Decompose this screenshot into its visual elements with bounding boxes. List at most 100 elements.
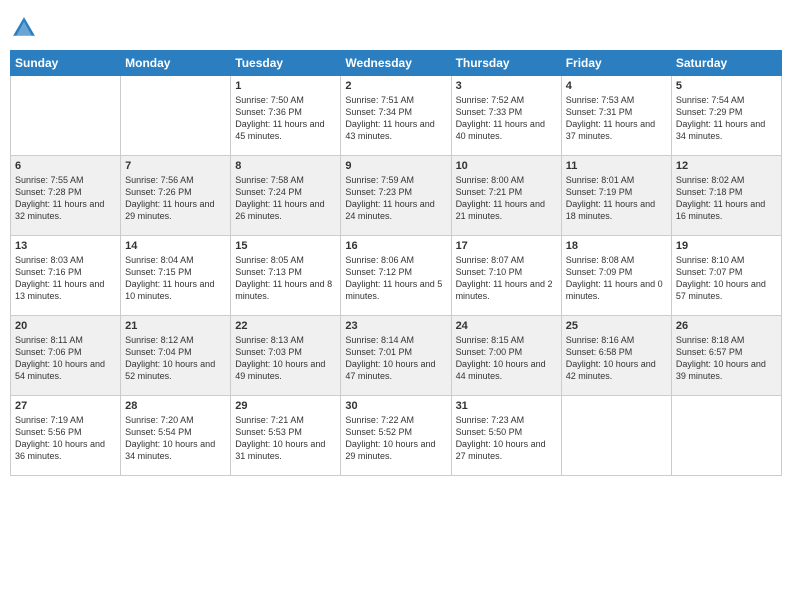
calendar-cell: 5Sunrise: 7:54 AM Sunset: 7:29 PM Daylig… [671, 76, 781, 156]
day-number: 4 [566, 80, 667, 92]
day-number: 7 [125, 160, 226, 172]
cell-info: Sunrise: 7:50 AM Sunset: 7:36 PM Dayligh… [235, 94, 336, 143]
calendar-cell: 13Sunrise: 8:03 AM Sunset: 7:16 PM Dayli… [11, 236, 121, 316]
cell-info: Sunrise: 8:08 AM Sunset: 7:09 PM Dayligh… [566, 254, 667, 303]
calendar-cell: 20 Sunrise: 8:11 AM Sunset: 7:06 PM Dayli… [11, 316, 121, 396]
calendar-table: SundayMondayTuesdayWednesdayThursdayFrid… [10, 50, 782, 476]
calendar-cell: 31Sunrise: 7:23 AM Sunset: 5:50 PM Dayli… [451, 396, 561, 476]
calendar-cell: 12 Sunrise: 8:02 AM Sunset: 7:18 PM Dayli… [671, 156, 781, 236]
day-number: 15 [235, 240, 336, 252]
day-number: 25 [566, 320, 667, 332]
calendar-week-row: 13Sunrise: 8:03 AM Sunset: 7:16 PM Dayli… [11, 236, 782, 316]
header-day: Thursday [451, 51, 561, 76]
day-number: 24 [456, 320, 557, 332]
day-number: 11 [566, 160, 667, 172]
page-header [10, 10, 782, 42]
calendar-week-row: 1 Sunrise: 7:50 AM Sunset: 7:36 PM Daylig… [11, 76, 782, 156]
day-number: 3 [456, 80, 557, 92]
calendar-week-row: 20 Sunrise: 8:11 AM Sunset: 7:06 PM Dayli… [11, 316, 782, 396]
calendar-week-row: 27Sunrise: 7:19 AM Sunset: 5:56 PM Dayli… [11, 396, 782, 476]
calendar-cell: 3 Sunrise: 7:52 AM Sunset: 7:33 PM Daylig… [451, 76, 561, 156]
cell-info: Sunrise: 7:54 AM Sunset: 7:29 PM Dayligh… [676, 94, 777, 143]
calendar-week-row: 6Sunrise: 7:55 AM Sunset: 7:28 PM Daylig… [11, 156, 782, 236]
day-number: 16 [345, 240, 446, 252]
calendar-cell: 22 Sunrise: 8:13 AM Sunset: 7:03 PM Dayli… [231, 316, 341, 396]
calendar-cell: 18 Sunrise: 8:08 AM Sunset: 7:09 PM Dayli… [561, 236, 671, 316]
calendar-cell: 28Sunrise: 7:20 AM Sunset: 5:54 PM Dayli… [121, 396, 231, 476]
calendar-cell: 15Sunrise: 8:05 AM Sunset: 7:13 PM Dayli… [231, 236, 341, 316]
logo [10, 14, 40, 42]
calendar-cell: 7 Sunrise: 7:56 AM Sunset: 7:26 PM Daylig… [121, 156, 231, 236]
cell-info: Sunrise: 8:00 AM Sunset: 7:21 PM Dayligh… [456, 174, 557, 223]
day-number: 22 [235, 320, 336, 332]
calendar-cell: 23 Sunrise: 8:14 AM Sunset: 7:01 PM Dayli… [341, 316, 451, 396]
cell-info: Sunrise: 8:14 AM Sunset: 7:01 PM Dayligh… [345, 334, 446, 383]
day-number: 14 [125, 240, 226, 252]
header-day: Monday [121, 51, 231, 76]
cell-info: Sunrise: 8:10 AM Sunset: 7:07 PM Dayligh… [676, 254, 777, 303]
day-number: 9 [345, 160, 446, 172]
cell-info: Sunrise: 7:56 AM Sunset: 7:26 PM Dayligh… [125, 174, 226, 223]
header-row: SundayMondayTuesdayWednesdayThursdayFrid… [11, 51, 782, 76]
header-day: Saturday [671, 51, 781, 76]
calendar-cell: 4 Sunrise: 7:53 AM Sunset: 7:31 PM Daylig… [561, 76, 671, 156]
day-number: 10 [456, 160, 557, 172]
day-number: 12 [676, 160, 777, 172]
day-number: 1 [235, 80, 336, 92]
day-number: 13 [15, 240, 116, 252]
cell-info: Sunrise: 8:15 AM Sunset: 7:00 PM Dayligh… [456, 334, 557, 383]
day-number: 17 [456, 240, 557, 252]
calendar-cell [671, 396, 781, 476]
cell-info: Sunrise: 7:52 AM Sunset: 7:33 PM Dayligh… [456, 94, 557, 143]
day-number: 2 [345, 80, 446, 92]
cell-info: Sunrise: 8:18 AM Sunset: 6:57 PM Dayligh… [676, 334, 777, 383]
cell-info: Sunrise: 8:07 AM Sunset: 7:10 PM Dayligh… [456, 254, 557, 303]
day-number: 8 [235, 160, 336, 172]
day-number: 30 [345, 400, 446, 412]
calendar-cell: 8Sunrise: 7:58 AM Sunset: 7:24 PM Daylig… [231, 156, 341, 236]
calendar-cell [121, 76, 231, 156]
calendar-cell: 9 Sunrise: 7:59 AM Sunset: 7:23 PM Daylig… [341, 156, 451, 236]
calendar-cell: 29 Sunrise: 7:21 AM Sunset: 5:53 PM Dayli… [231, 396, 341, 476]
day-number: 18 [566, 240, 667, 252]
cell-info: Sunrise: 7:20 AM Sunset: 5:54 PM Dayligh… [125, 414, 226, 463]
cell-info: Sunrise: 7:21 AM Sunset: 5:53 PM Dayligh… [235, 414, 336, 463]
calendar-cell: 30 Sunrise: 7:22 AM Sunset: 5:52 PM Dayli… [341, 396, 451, 476]
day-number: 29 [235, 400, 336, 412]
cell-info: Sunrise: 8:11 AM Sunset: 7:06 PM Dayligh… [15, 334, 116, 383]
cell-info: Sunrise: 8:04 AM Sunset: 7:15 PM Dayligh… [125, 254, 226, 303]
calendar-cell: 19 Sunrise: 8:10 AM Sunset: 7:07 PM Dayli… [671, 236, 781, 316]
calendar-cell [561, 396, 671, 476]
cell-info: Sunrise: 7:53 AM Sunset: 7:31 PM Dayligh… [566, 94, 667, 143]
day-number: 26 [676, 320, 777, 332]
calendar-cell [11, 76, 121, 156]
cell-info: Sunrise: 8:02 AM Sunset: 7:18 PM Dayligh… [676, 174, 777, 223]
cell-info: Sunrise: 8:16 AM Sunset: 6:58 PM Dayligh… [566, 334, 667, 383]
day-number: 21 [125, 320, 226, 332]
calendar-cell: 24 Sunrise: 8:15 AM Sunset: 7:00 PM Dayli… [451, 316, 561, 396]
cell-info: Sunrise: 7:19 AM Sunset: 5:56 PM Dayligh… [15, 414, 116, 463]
calendar-cell: 1 Sunrise: 7:50 AM Sunset: 7:36 PM Daylig… [231, 76, 341, 156]
day-number: 20 [15, 320, 116, 332]
logo-icon [10, 14, 38, 42]
cell-info: Sunrise: 8:13 AM Sunset: 7:03 PM Dayligh… [235, 334, 336, 383]
calendar-cell: 10 Sunrise: 8:00 AM Sunset: 7:21 PM Dayli… [451, 156, 561, 236]
calendar-cell: 17 Sunrise: 8:07 AM Sunset: 7:10 PM Dayli… [451, 236, 561, 316]
header-day: Wednesday [341, 51, 451, 76]
day-number: 23 [345, 320, 446, 332]
calendar-cell: 25 Sunrise: 8:16 AM Sunset: 6:58 PM Dayli… [561, 316, 671, 396]
header-day: Sunday [11, 51, 121, 76]
cell-info: Sunrise: 7:22 AM Sunset: 5:52 PM Dayligh… [345, 414, 446, 463]
calendar-cell: 26 Sunrise: 8:18 AM Sunset: 6:57 PM Dayli… [671, 316, 781, 396]
cell-info: Sunrise: 7:51 AM Sunset: 7:34 PM Dayligh… [345, 94, 446, 143]
cell-info: Sunrise: 7:23 AM Sunset: 5:50 PM Dayligh… [456, 414, 557, 463]
day-number: 19 [676, 240, 777, 252]
cell-info: Sunrise: 7:59 AM Sunset: 7:23 PM Dayligh… [345, 174, 446, 223]
header-day: Tuesday [231, 51, 341, 76]
header-day: Friday [561, 51, 671, 76]
calendar-cell: 21 Sunrise: 8:12 AM Sunset: 7:04 PM Dayli… [121, 316, 231, 396]
cell-info: Sunrise: 8:01 AM Sunset: 7:19 PM Dayligh… [566, 174, 667, 223]
calendar-cell: 16Sunrise: 8:06 AM Sunset: 7:12 PM Dayli… [341, 236, 451, 316]
cell-info: Sunrise: 8:12 AM Sunset: 7:04 PM Dayligh… [125, 334, 226, 383]
cell-info: Sunrise: 7:55 AM Sunset: 7:28 PM Dayligh… [15, 174, 116, 223]
